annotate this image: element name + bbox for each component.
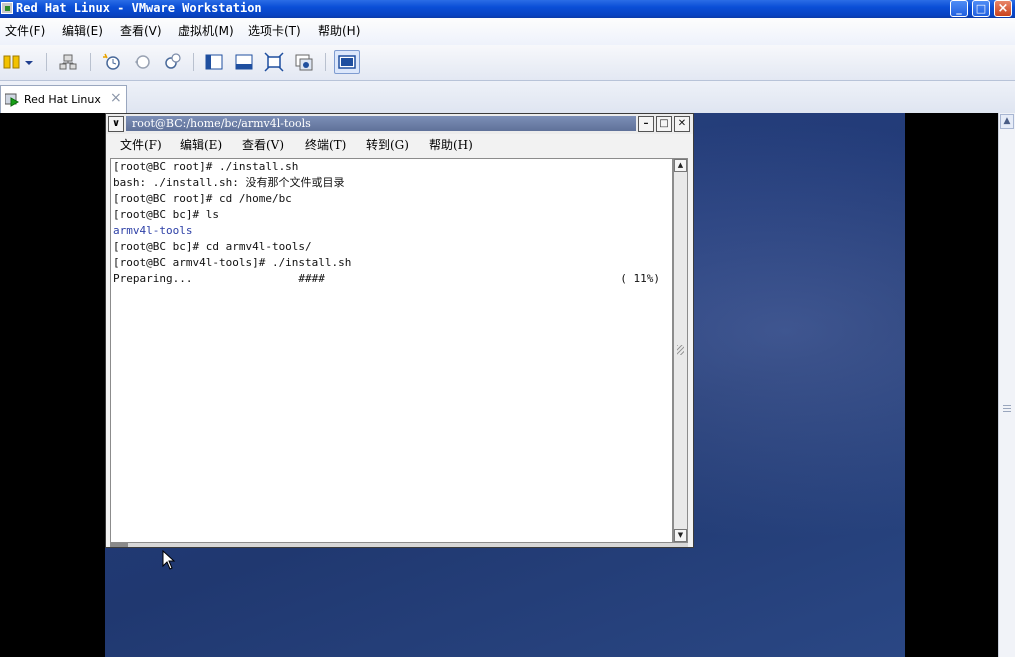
revert-snapshot-icon[interactable] [132, 52, 152, 72]
close-button[interactable]: × [994, 0, 1012, 17]
terminal-line: [root@BC root]# cd /home/bc [113, 192, 292, 205]
scrollbar-grip[interactable] [677, 345, 684, 355]
terminal-scrollbar[interactable]: ▲ ▼ [673, 158, 688, 543]
toolbar-separator [90, 53, 91, 71]
full-screen-icon[interactable] [264, 52, 284, 72]
menu-edit[interactable]: 编辑(E) [62, 18, 103, 45]
menu-bar: 文件(F) 编辑(E) 查看(V) 虚拟机(M) 选项卡(T) 帮助(H) [0, 18, 1015, 45]
terminal-line: [root@BC bc]# cd armv4l-tools/ [113, 240, 312, 253]
dropdown-arrow-icon[interactable] [22, 52, 36, 72]
snapshot-manager-icon[interactable] [162, 52, 182, 72]
tab-close-icon[interactable]: × [110, 86, 122, 111]
console-view-icon [338, 55, 356, 69]
terminal-menu-view[interactable]: 查看(V) [242, 134, 284, 156]
terminal-maximize-button[interactable]: □ [656, 116, 672, 132]
terminal-window[interactable]: ∨ root@BC:/home/bc/armv4l-tools – □ ✕ 文件… [105, 113, 694, 548]
menu-tabs[interactable]: 选项卡(T) [248, 18, 301, 45]
scrollbar-thumb[interactable] [110, 543, 128, 547]
menu-vm[interactable]: 虚拟机(M) [178, 18, 234, 45]
terminal-line: [root@BC root]# ./install.sh [113, 160, 299, 173]
maximize-button[interactable]: □ [972, 0, 990, 17]
toolbar-separator [193, 53, 194, 71]
window-title-bar[interactable]: Red Hat Linux - VMware Workstation _ □ × [0, 0, 1015, 18]
vm-display[interactable]: ∨ root@BC:/home/bc/armv4l-tools – □ ✕ 文件… [0, 113, 998, 657]
menu-view[interactable]: 查看(V) [120, 18, 162, 45]
toolbar-separator [46, 53, 47, 71]
window-title: Red Hat Linux - VMware Workstation [16, 1, 262, 15]
terminal-line: Preparing... #### [113, 272, 325, 285]
vmware-app-icon[interactable] [1, 2, 13, 14]
tab-label: Red Hat Linux [24, 93, 101, 106]
window-menu-icon[interactable]: ∨ [108, 116, 124, 132]
terminal-menu-bar: 文件(F) 编辑(E) 查看(V) 终端(T) 转到(G) 帮助(H) [106, 134, 693, 156]
scroll-down-icon[interactable]: ▼ [674, 529, 687, 542]
tab-red-hat-linux[interactable]: Red Hat Linux × [0, 85, 127, 113]
terminal-horizontal-scrollbar[interactable] [110, 543, 688, 547]
terminal-minimize-button[interactable]: – [638, 116, 654, 132]
terminal-output[interactable]: [root@BC root]# ./install.sh bash: ./ins… [110, 158, 673, 543]
menu-help[interactable]: 帮助(H) [318, 18, 360, 45]
terminal-close-button[interactable]: ✕ [674, 116, 690, 132]
toolbar [0, 45, 1015, 81]
tab-strip: Red Hat Linux × [0, 81, 1015, 113]
terminal-line: [root@BC bc]# ls [113, 208, 219, 221]
terminal-title-bar[interactable]: ∨ root@BC:/home/bc/armv4l-tools – □ ✕ [106, 114, 693, 134]
console-view-button[interactable] [334, 50, 360, 74]
terminal-menu-file[interactable]: 文件(F) [120, 134, 162, 156]
toolbar-separator [325, 53, 326, 71]
power-icon[interactable] [2, 52, 22, 72]
minimize-button[interactable]: _ [950, 0, 968, 17]
vm-vertical-scrollbar[interactable]: ▲ [998, 113, 1015, 657]
terminal-title: root@BC:/home/bc/armv4l-tools [132, 117, 311, 130]
scrollbar-grip[interactable] [1003, 405, 1011, 413]
thumbnail-bar-icon[interactable] [234, 52, 254, 72]
network-icon[interactable] [58, 52, 78, 72]
terminal-menu-help[interactable]: 帮助(H) [429, 134, 473, 156]
scroll-up-icon[interactable]: ▲ [674, 159, 687, 172]
terminal-menu-goto[interactable]: 转到(G) [366, 134, 409, 156]
unity-icon[interactable] [294, 52, 314, 72]
mouse-pointer-icon [162, 550, 176, 570]
scroll-up-icon[interactable]: ▲ [1000, 114, 1014, 129]
terminal-menu-edit[interactable]: 编辑(E) [180, 134, 222, 156]
terminal-title-area[interactable]: root@BC:/home/bc/armv4l-tools [126, 116, 636, 131]
vm-running-icon [5, 93, 19, 107]
install-progress-percent: ( 11%) [620, 272, 660, 285]
menu-file[interactable]: 文件(F) [5, 18, 45, 45]
terminal-line: [root@BC armv4l-tools]# ./install.sh [113, 256, 352, 269]
show-sidebar-icon[interactable] [204, 52, 224, 72]
terminal-line: bash: ./install.sh: 没有那个文件或目录 [113, 176, 345, 189]
terminal-menu-terminal[interactable]: 终端(T) [305, 134, 346, 156]
take-snapshot-icon[interactable] [102, 52, 122, 72]
terminal-line-directory: armv4l-tools [113, 224, 193, 237]
